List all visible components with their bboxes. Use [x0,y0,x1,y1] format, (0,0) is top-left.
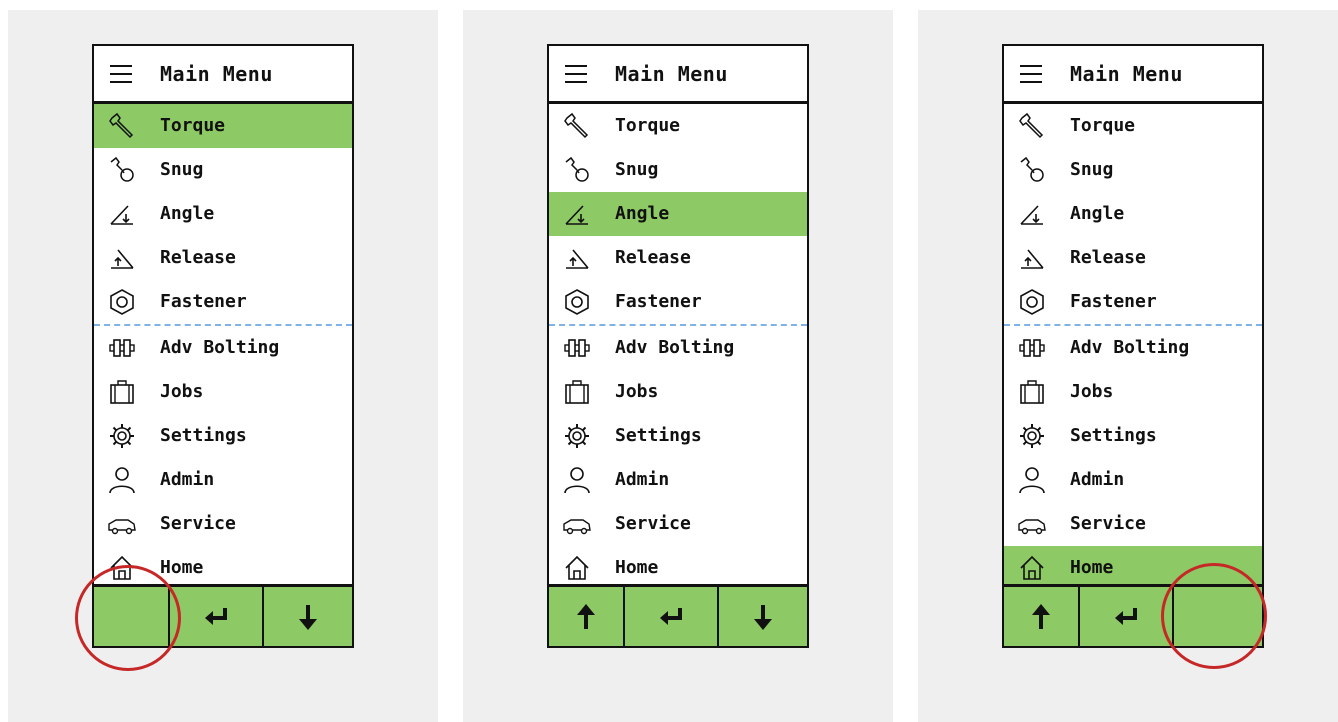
service-van-icon [108,510,136,538]
enter-button[interactable] [625,587,719,646]
page-title: Main Menu [1070,62,1183,86]
menu-item-torque[interactable]: Torque [94,104,352,148]
screen-panel: Main Menu Torque Snug Angle Release Fast… [8,10,438,722]
angle-icon [108,200,136,228]
gear-icon [1018,422,1046,450]
bolting-icon [108,334,136,362]
enter-arrow-icon [660,607,682,625]
menu-item-angle[interactable]: Angle [549,192,807,236]
snug-wrench-icon [563,156,591,184]
menu-item-fastener[interactable]: Fastener [94,280,352,324]
down-button[interactable] [264,587,352,646]
user-icon [563,466,591,494]
title-bar: Main Menu [94,46,352,104]
briefcase-icon [563,378,591,406]
menu-item-angle[interactable]: Angle [94,192,352,236]
menu-item-snug[interactable]: Snug [549,148,807,192]
snug-wrench-icon [1018,156,1046,184]
bolting-icon [563,334,591,362]
menu-item-adv-bolting[interactable]: Adv Bolting [549,326,807,370]
up-arrow-icon [1032,603,1050,629]
up-arrow-icon [577,603,595,629]
menu-item-settings[interactable]: Settings [549,414,807,458]
main-menu-list: Torque Snug Angle Release Fastener Adv B… [1004,104,1262,590]
briefcase-icon [108,378,136,406]
highlight-circle [1161,563,1267,669]
gear-icon [563,422,591,450]
enter-button[interactable] [1080,587,1174,646]
page-title: Main Menu [615,62,728,86]
hamburger-menu-icon[interactable] [1020,65,1042,83]
title-bar: Main Menu [1004,46,1262,104]
menu-item-jobs[interactable]: Jobs [549,370,807,414]
bolting-icon [1018,334,1046,362]
menu-item-settings[interactable]: Settings [1004,414,1262,458]
menu-item-admin[interactable]: Admin [1004,458,1262,502]
home-icon [563,554,591,582]
main-menu-list: Torque Snug Angle Release Fastener Adv B… [549,104,807,590]
home-icon [1018,554,1046,582]
release-angle-icon [563,244,591,272]
main-menu-list: Torque Snug Angle Release Fastener Adv B… [94,104,352,590]
enter-button[interactable] [170,587,264,646]
menu-item-adv-bolting[interactable]: Adv Bolting [94,326,352,370]
release-angle-icon [1018,244,1046,272]
hamburger-menu-icon[interactable] [110,65,132,83]
user-icon [1018,466,1046,494]
menu-item-service[interactable]: Service [1004,502,1262,546]
menu-item-torque[interactable]: Torque [549,104,807,148]
menu-item-jobs[interactable]: Jobs [94,370,352,414]
gear-icon [108,422,136,450]
menu-item-admin[interactable]: Admin [549,458,807,502]
menu-item-release[interactable]: Release [549,236,807,280]
wrench-icon [1018,112,1046,140]
release-angle-icon [108,244,136,272]
enter-arrow-icon [1115,607,1137,625]
menu-item-snug[interactable]: Snug [1004,148,1262,192]
menu-item-settings[interactable]: Settings [94,414,352,458]
menu-item-release[interactable]: Release [1004,236,1262,280]
device-screen: Main Menu Torque Snug Angle Release Fast… [1002,44,1264,648]
device-screen: Main Menu Torque Snug Angle Release Fast… [92,44,354,648]
menu-item-angle[interactable]: Angle [1004,192,1262,236]
wrench-icon [108,112,136,140]
snug-wrench-icon [108,156,136,184]
up-button[interactable] [1004,587,1080,646]
menu-item-torque[interactable]: Torque [1004,104,1262,148]
menu-item-jobs[interactable]: Jobs [1004,370,1262,414]
button-bar [549,584,807,646]
down-arrow-icon [299,604,317,630]
wrench-icon [563,112,591,140]
screen-panel: Main Menu Torque Snug Angle Release Fast… [463,10,893,722]
highlight-circle [75,565,181,671]
menu-item-fastener[interactable]: Fastener [1004,280,1262,324]
down-arrow-icon [754,604,772,630]
angle-icon [563,200,591,228]
screen-panel: Main Menu Torque Snug Angle Release Fast… [918,10,1338,722]
hex-nut-icon [108,288,136,316]
menu-item-fastener[interactable]: Fastener [549,280,807,324]
down-button[interactable] [719,587,807,646]
menu-item-service[interactable]: Service [94,502,352,546]
hamburger-menu-icon[interactable] [565,65,587,83]
enter-arrow-icon [205,607,227,625]
briefcase-icon [1018,378,1046,406]
hex-nut-icon [563,288,591,316]
menu-item-admin[interactable]: Admin [94,458,352,502]
menu-item-release[interactable]: Release [94,236,352,280]
up-button[interactable] [549,587,625,646]
menu-item-snug[interactable]: Snug [94,148,352,192]
angle-icon [1018,200,1046,228]
device-screen: Main Menu Torque Snug Angle Release Fast… [547,44,809,648]
user-icon [108,466,136,494]
menu-item-adv-bolting[interactable]: Adv Bolting [1004,326,1262,370]
title-bar: Main Menu [549,46,807,104]
menu-item-service[interactable]: Service [549,502,807,546]
page-title: Main Menu [160,62,273,86]
service-van-icon [563,510,591,538]
service-van-icon [1018,510,1046,538]
hex-nut-icon [1018,288,1046,316]
